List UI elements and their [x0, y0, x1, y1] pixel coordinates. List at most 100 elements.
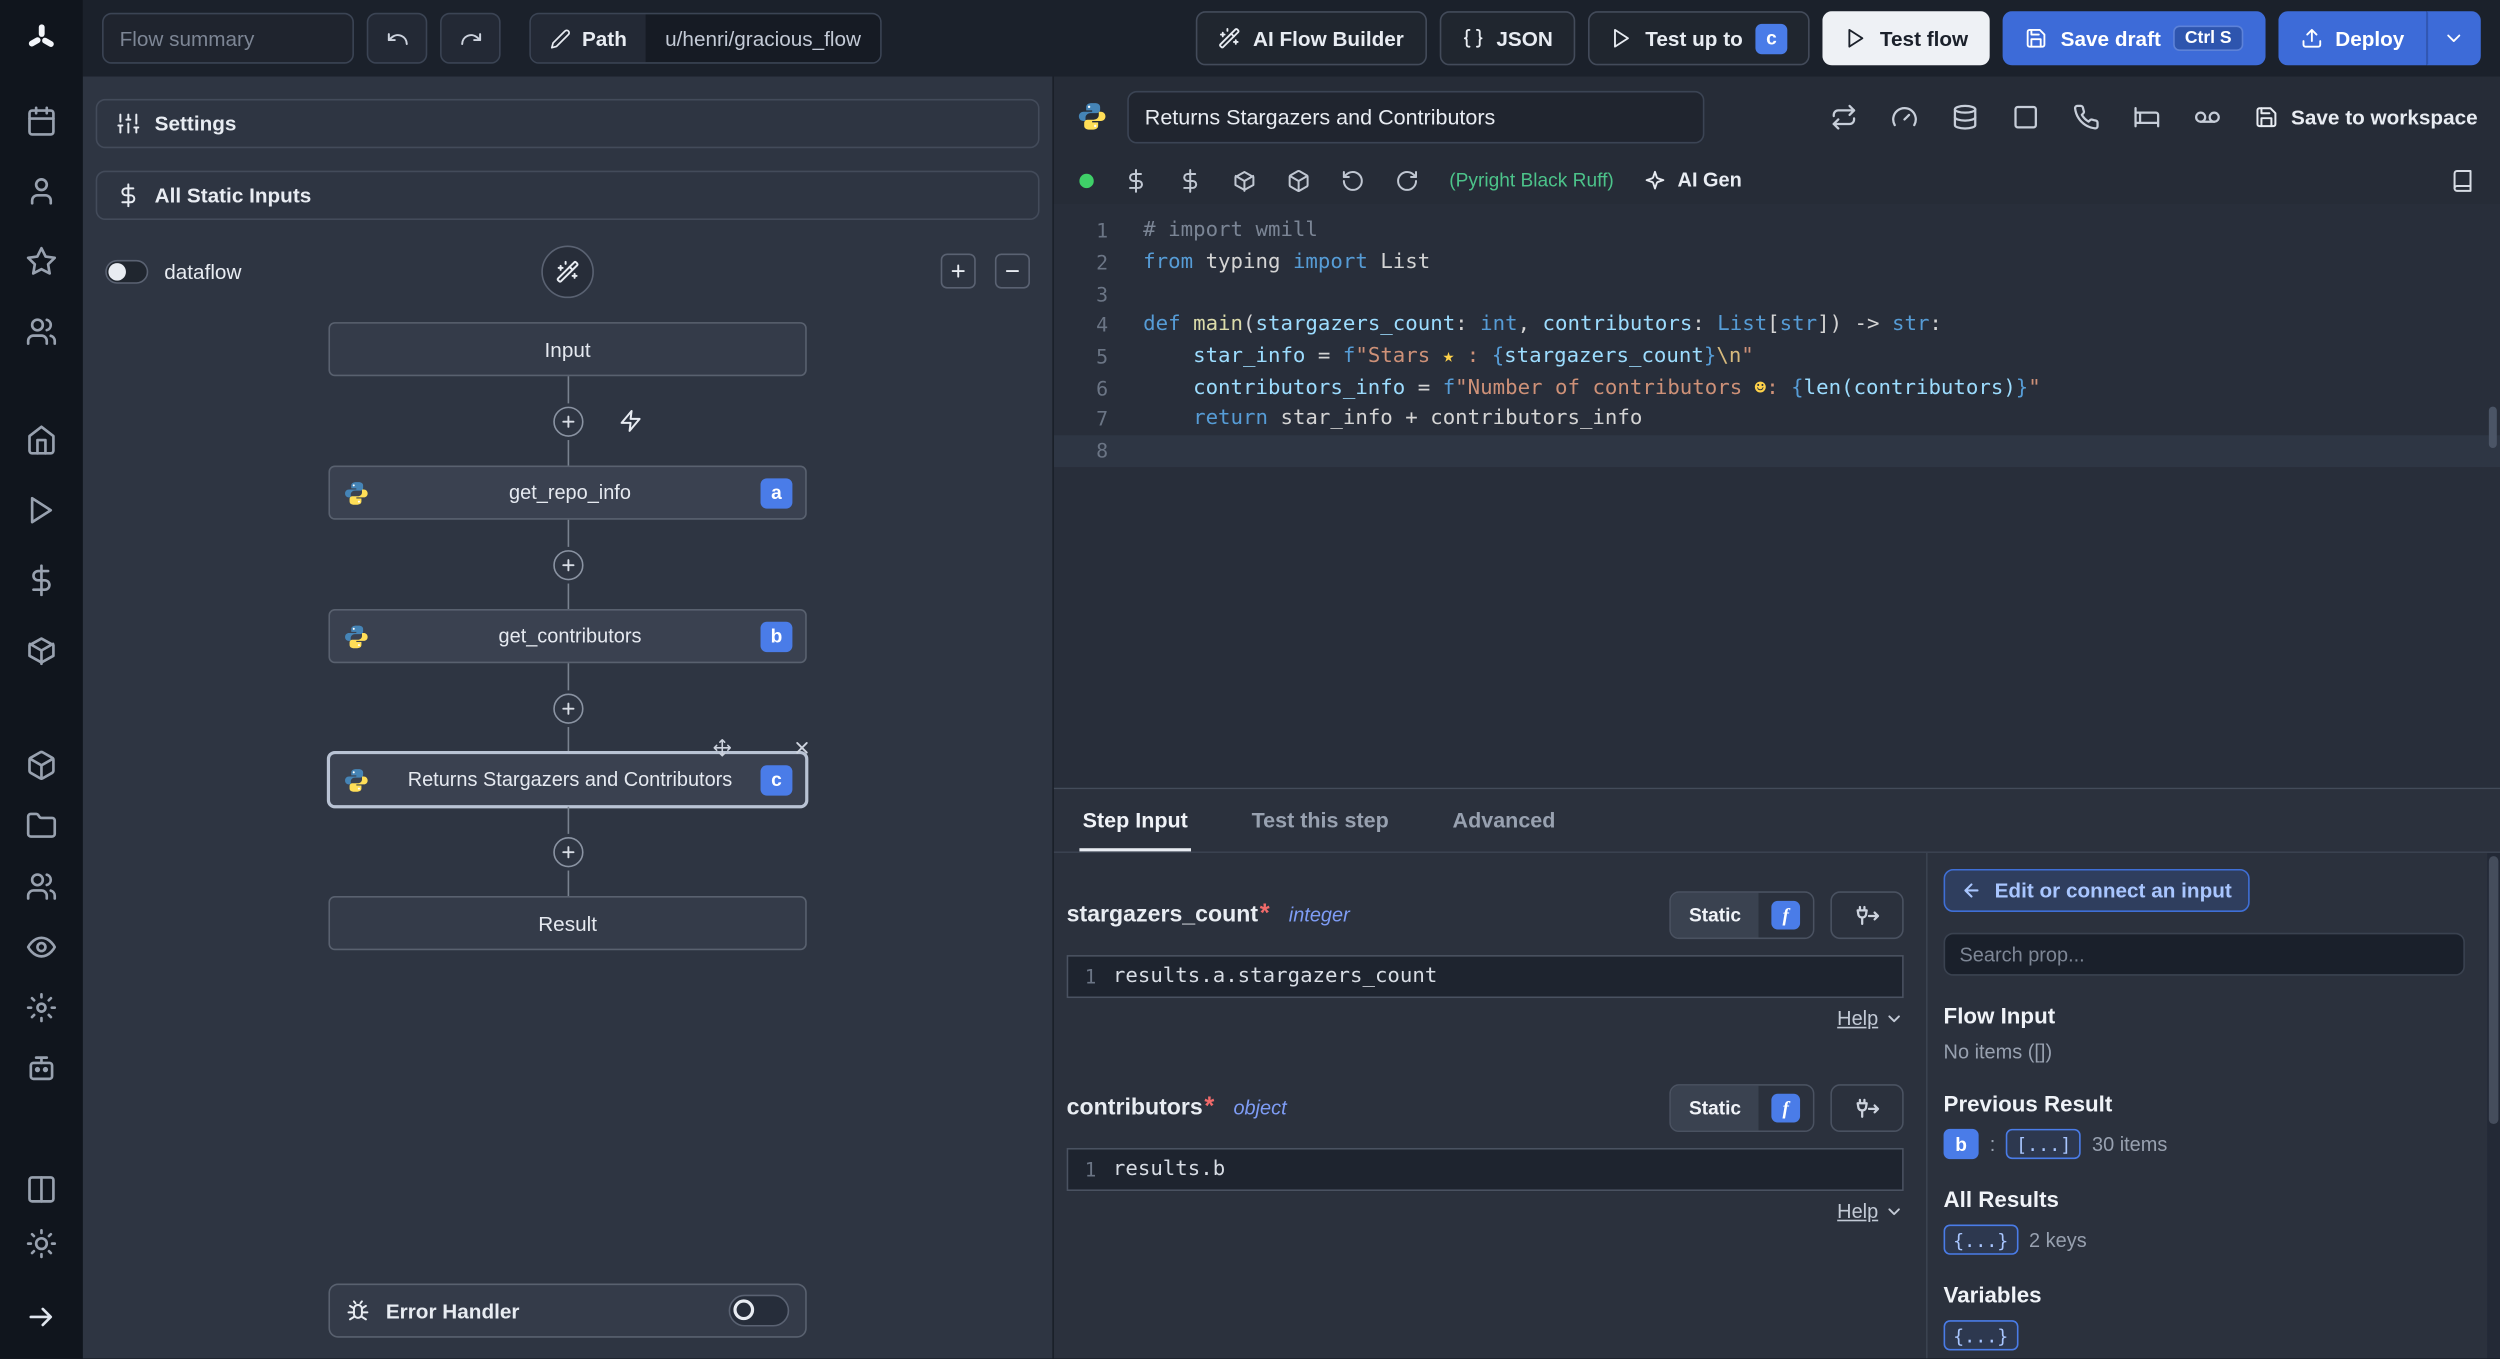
add-step-button[interactable] — [552, 836, 583, 867]
deploy-menu-button[interactable] — [2426, 11, 2481, 66]
undo-button[interactable] — [366, 12, 428, 64]
all-static-inputs-button[interactable]: All Static Inputs — [95, 170, 1040, 221]
ai-gen-button[interactable]: AI Gen — [1644, 169, 1742, 191]
apps-package-icon[interactable] — [13, 743, 70, 788]
step-tabs: Step Input Test this step Advanced — [1053, 789, 2500, 853]
minus-icon — [1005, 270, 1019, 273]
expression-input[interactable]: 1 results.a.stargazers_count — [1066, 955, 1904, 999]
home-icon[interactable] — [13, 418, 70, 463]
workers-robot-icon[interactable] — [13, 1046, 70, 1091]
gauge-icon[interactable] — [1891, 103, 1918, 130]
flow-summary-input[interactable] — [102, 12, 354, 64]
mock-voicemail-icon[interactable] — [2194, 103, 2221, 130]
schedules-calendar-icon[interactable] — [13, 99, 70, 144]
help-link[interactable]: Help — [1067, 1201, 1904, 1223]
all-results-section-title[interactable]: All Results — [1944, 1186, 2465, 1212]
test-flow-button[interactable]: Test flow — [1822, 11, 1991, 66]
path-button[interactable]: Path u/henri/gracious_flow — [529, 12, 882, 64]
flow-step-c-selected[interactable]: Returns Stargazers and Contributors c — [328, 738, 808, 807]
zoom-in-button[interactable] — [940, 253, 976, 289]
variables-row[interactable]: {...} — [1943, 1320, 2465, 1351]
windmill-logo-icon[interactable] — [13, 16, 70, 61]
edge-c-result — [328, 806, 806, 897]
collapsed-array-badge[interactable]: [...] — [2006, 1128, 2081, 1160]
flow-input-section-title[interactable]: Flow Input — [1944, 1003, 2465, 1029]
variables-section-title[interactable]: Variables — [1944, 1282, 2465, 1308]
trigger-zap-button[interactable] — [619, 409, 643, 433]
package-icon[interactable] — [1287, 168, 1311, 192]
dataflow-toggle[interactable] — [105, 259, 149, 284]
zoom-out-button[interactable] — [994, 253, 1030, 289]
input-mode-segmented: Static f — [1669, 891, 1815, 940]
favorites-star-icon[interactable] — [13, 239, 70, 284]
variables-dollar-icon[interactable] — [13, 558, 70, 603]
required-mark: * — [1259, 900, 1270, 928]
collapsed-object-badge[interactable]: {...} — [1943, 1320, 2018, 1351]
tab-step-input[interactable]: Step Input — [1079, 808, 1192, 852]
theme-sun-icon[interactable] — [13, 1221, 70, 1266]
expression-input[interactable]: 1 results.b — [1066, 1147, 1904, 1192]
mode-static-button[interactable]: Static — [1671, 892, 1759, 938]
groups-users-icon[interactable] — [13, 309, 70, 354]
variable-dollar-icon[interactable] — [1124, 168, 1148, 193]
settings-gear-icon[interactable] — [13, 985, 70, 1030]
ai-flow-builder-button[interactable]: AI Flow Builder — [1195, 11, 1427, 66]
edit-or-connect-button[interactable]: Edit or connect an input — [1943, 868, 2250, 912]
expand-sidebar-arrow-icon[interactable] — [13, 1295, 70, 1340]
add-step-button[interactable] — [552, 549, 583, 580]
flow-result-node[interactable]: Result — [328, 896, 807, 951]
json-button[interactable]: JSON — [1438, 11, 1576, 66]
field-contributors: contributors * object Static f 1 results… — [1066, 1084, 1904, 1223]
sleep-bed-icon[interactable] — [2133, 103, 2160, 130]
step-title-input[interactable] — [1127, 90, 1705, 143]
help-link[interactable]: Help — [1067, 1008, 1904, 1030]
prop-scrollbar[interactable] — [2487, 852, 2500, 1359]
resources-cube-icon[interactable] — [13, 628, 70, 673]
save-to-workspace-button[interactable]: Save to workspace — [2254, 104, 2478, 128]
connect-input-button[interactable] — [1830, 891, 1904, 940]
suspend-phone-icon[interactable] — [2073, 103, 2100, 130]
add-step-button[interactable] — [552, 692, 583, 724]
runs-play-icon[interactable] — [13, 488, 70, 533]
flow-input-node[interactable]: Input — [328, 322, 807, 377]
previous-result-row[interactable]: b : [...] 30 items — [1943, 1128, 2465, 1160]
code-editor[interactable]: 1 # import wmill 2 from typing import List 3… — [1053, 204, 2500, 788]
user-icon[interactable] — [13, 169, 70, 214]
collapsed-object-badge[interactable]: {...} — [1943, 1224, 2018, 1255]
tab-advanced[interactable]: Advanced — [1449, 808, 1558, 851]
delete-step-x-icon[interactable] — [792, 738, 811, 757]
reload-refresh-icon[interactable] — [1395, 168, 1419, 192]
layout-columns-icon[interactable] — [13, 1167, 70, 1212]
members-users-icon[interactable] — [13, 864, 70, 909]
mode-javascript-button[interactable]: f — [1758, 1085, 1813, 1131]
audit-eye-icon[interactable] — [13, 925, 70, 970]
connect-input-button[interactable] — [1830, 1084, 1904, 1133]
reset-undo-icon[interactable] — [1341, 168, 1365, 192]
early-stop-square-icon[interactable] — [2012, 103, 2039, 130]
docs-book-icon[interactable] — [2451, 168, 2475, 192]
save-draft-button[interactable]: Save draft Ctrl S — [2003, 11, 2266, 66]
previous-result-section-title[interactable]: Previous Result — [1944, 1091, 2465, 1117]
redo-button[interactable] — [440, 12, 501, 64]
flow-settings-button[interactable]: Settings — [95, 98, 1040, 149]
error-handler-node[interactable]: Error Handler — [328, 1283, 807, 1338]
folders-icon[interactable] — [13, 804, 70, 849]
search-prop-input[interactable] — [1943, 932, 2465, 976]
ai-wand-button[interactable] — [541, 244, 594, 298]
mode-static-button[interactable]: Static — [1671, 1085, 1759, 1131]
deploy-button[interactable]: Deploy — [2277, 11, 2427, 66]
move-handle-icon[interactable] — [713, 738, 732, 757]
error-handler-toggle[interactable] — [728, 1294, 790, 1327]
test-up-to-button[interactable]: Test up to c — [1587, 11, 1810, 66]
resource-dollar-icon[interactable] — [1178, 168, 1202, 193]
add-step-button[interactable] — [552, 405, 583, 437]
all-results-row[interactable]: {...} 2 keys — [1943, 1224, 2465, 1255]
mode-javascript-button[interactable]: f — [1758, 892, 1813, 938]
flow-step-a[interactable]: get_repo_info a — [328, 465, 807, 520]
tab-test-this-step[interactable]: Test this step — [1248, 808, 1392, 851]
editor-scrollbar-thumb[interactable] — [2488, 406, 2497, 449]
resource-cube-icon[interactable] — [1232, 168, 1256, 192]
flow-step-b[interactable]: get_contributors b — [328, 609, 807, 664]
cache-database-icon[interactable] — [1951, 103, 1978, 130]
retry-loop-icon[interactable] — [1830, 103, 1857, 130]
